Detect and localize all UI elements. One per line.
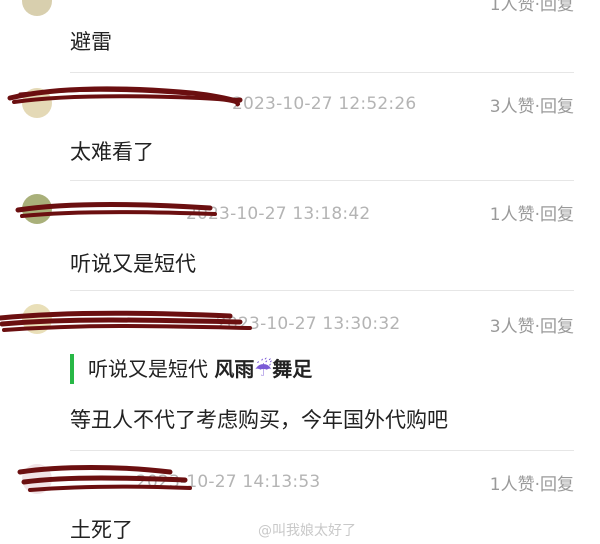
quote-text: 听说又是短代	[88, 357, 208, 381]
timestamp: 2023-10-27 14:13:53	[136, 472, 321, 492]
reply-button[interactable]: 回复	[540, 312, 574, 337]
avatar[interactable]	[22, 194, 52, 224]
comment-meta: 2023-10-27 14:13:53	[136, 472, 320, 492]
timestamp: 2023-10-27 13:18:42	[186, 204, 371, 224]
like-count[interactable]: 1人赞	[490, 200, 535, 225]
comment-actions: 1人赞 · 回复	[490, 470, 574, 495]
avatar[interactable]	[22, 464, 52, 494]
comment-text: 土死了	[70, 518, 133, 542]
comment-meta: 2023-10-27 12:52:26	[232, 94, 416, 114]
avatar[interactable]	[22, 88, 52, 118]
quote-author[interactable]: 风雨☔舞足	[214, 357, 312, 381]
avatar[interactable]	[22, 0, 52, 16]
reply-button[interactable]: 回复	[540, 92, 574, 117]
comment-text: 避雷	[70, 30, 112, 54]
timestamp: 2023-10-27 12:52:26	[232, 94, 417, 114]
divider	[70, 450, 574, 451]
comment-text: 太难看了	[70, 140, 154, 164]
comment-meta: 2023-10-27 13:18:42	[186, 204, 370, 224]
divider	[70, 72, 574, 73]
umbrella-icon: ☔	[254, 357, 273, 381]
like-count[interactable]: 1人赞	[490, 470, 535, 495]
like-count[interactable]: 3人赞	[490, 92, 535, 117]
reply-button[interactable]: 回复	[540, 200, 574, 225]
avatar[interactable]	[22, 304, 52, 334]
comment-text: 等丑人不代了考虑购买，今年国外代购吧	[70, 408, 448, 432]
timestamp: 2023-10-27 13:30:32	[216, 314, 401, 334]
like-count[interactable]: 1人赞	[490, 0, 535, 15]
reply-button[interactable]: 回复	[540, 470, 574, 495]
reply-button[interactable]: 回复	[540, 0, 574, 15]
comment-actions: 1人赞 · 回复	[490, 200, 574, 225]
quoted-comment: 听说又是短代 风雨☔舞足	[70, 354, 312, 384]
divider	[70, 180, 574, 181]
comment-actions: 1人赞 · 回复	[490, 0, 574, 15]
watermark: @叫我娘太好了	[258, 523, 356, 539]
comment-text: 听说又是短代	[70, 252, 196, 276]
comment-actions: 3人赞 · 回复	[490, 92, 574, 117]
comment-meta: 2023-10-27 13:30:32	[216, 314, 400, 334]
like-count[interactable]: 3人赞	[490, 312, 535, 337]
comment-actions: 3人赞 · 回复	[490, 312, 574, 337]
divider	[70, 290, 574, 291]
